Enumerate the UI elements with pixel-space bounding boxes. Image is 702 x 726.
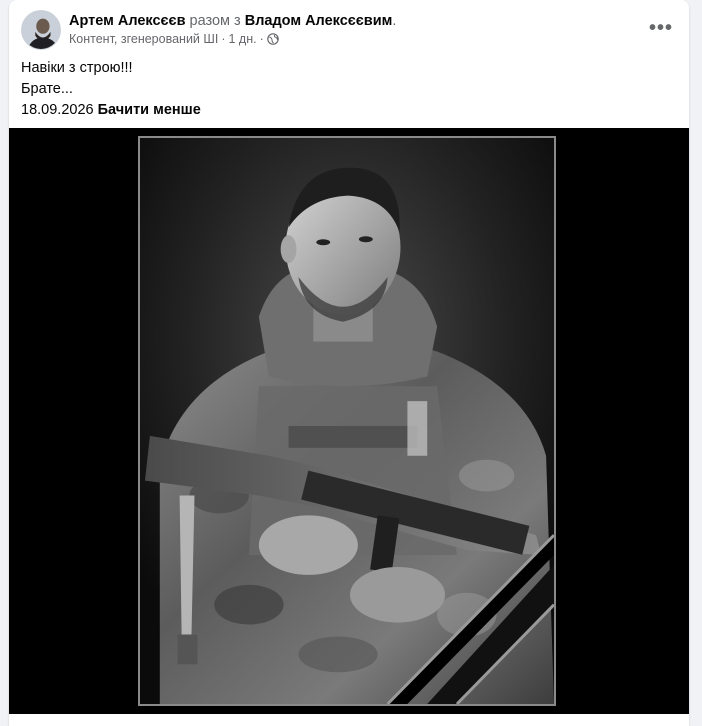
author-name[interactable]: Артем Алексєєв [69,13,185,29]
avatar-image [22,11,60,49]
author-avatar[interactable] [21,10,61,50]
more-options-icon[interactable]: ••• [645,14,677,42]
post-text: Навіки з строю!!! Брате... 18.09.2026 Ба… [21,58,677,121]
tagged-name[interactable]: Владом Алексєєвим [245,13,393,29]
post-time[interactable]: 1 дн. [228,31,256,47]
post-media[interactable] [9,128,689,714]
globe-icon[interactable] [266,33,279,45]
memorial-portrait [140,138,554,704]
with-text: разом з [189,13,241,29]
meta-separator: · [221,32,226,46]
post-meta: Контент, згенерований ШІ · 1 дн. · [69,31,279,47]
post-text-line-2: Брате... [21,81,73,97]
post-date-line: 18.09.2026 Бачити менше [21,100,677,121]
more-options-label: ••• [648,16,673,39]
meta-separator-2: · [259,32,264,46]
post-card: Артем Алексєєв разом з Владом Алексєєвим… [9,0,689,726]
memorial-photo-frame [138,136,556,706]
post-header: Артем Алексєєв разом з Владом Алексєєвим… [21,10,677,50]
post-footer-edge [9,714,689,726]
post-date: 18.09.2026 [21,102,94,118]
author-line: Артем Алексєєв разом з Владом Алексєєвим… [69,12,396,30]
post-text-line-1: Навіки з строю!!! [21,60,133,76]
ai-content-label[interactable]: Контент, згенерований ШІ [69,31,218,47]
see-less-button[interactable]: Бачити менше [98,102,201,118]
tagged-suffix: . [392,13,397,29]
